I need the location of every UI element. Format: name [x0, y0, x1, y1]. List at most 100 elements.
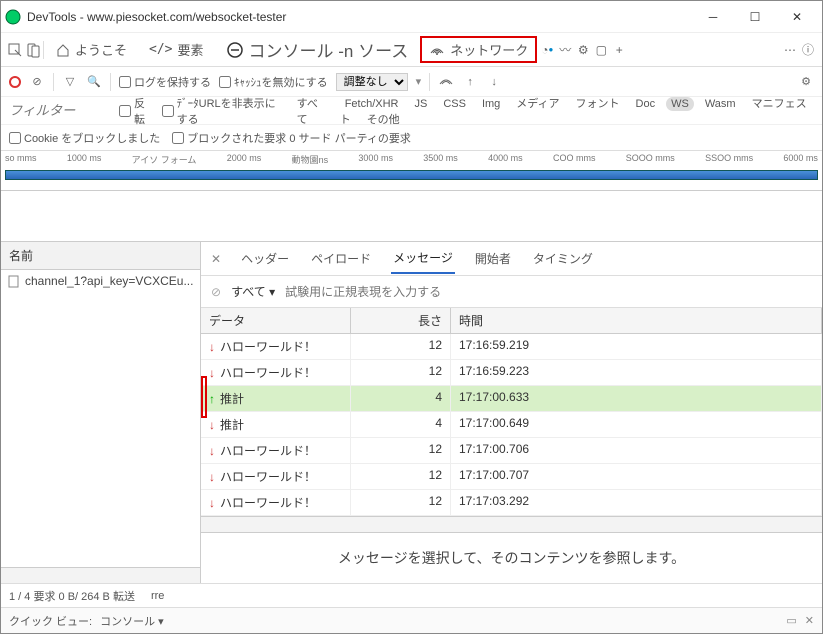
- checkbox-label: ブロックされた要求 0 サード パーティの要求: [187, 130, 411, 146]
- message-data: ハローワールド！: [220, 442, 316, 459]
- filter-icon[interactable]: ▽: [62, 74, 78, 90]
- timeline-label: SSOO mms: [705, 153, 753, 166]
- regex-input[interactable]: [285, 285, 812, 299]
- invert-checkbox[interactable]: 反転: [119, 95, 152, 127]
- message-row[interactable]: ↓ハローワールド！1217:17:00.706: [201, 438, 822, 464]
- blocked-cookies-checkbox[interactable]: Cookie をブロックしました: [9, 130, 160, 146]
- filter-type-fetch/xhr[interactable]: Fetch/XHR: [340, 97, 404, 111]
- minimize-button[interactable]: ─: [692, 2, 734, 32]
- help-icon[interactable]: ⓘ: [800, 42, 816, 58]
- network-toolbar: ⊘ ▽ 🔍 ログを保持する ｷｬｯｼｭを無効にする 調整なし ▾ ↑ ↓ ⚙: [1, 67, 822, 97]
- request-row[interactable]: channel_1?api_key=VCXCEu...: [1, 270, 200, 292]
- name-column-header[interactable]: 名前: [1, 242, 200, 270]
- col-data[interactable]: データ: [201, 308, 351, 333]
- col-time[interactable]: 時間: [451, 308, 822, 333]
- lighthouse-icon[interactable]: ◔●: [539, 42, 555, 58]
- performance-icon[interactable]: 〰: [557, 42, 573, 58]
- more-icon[interactable]: ⋯: [782, 42, 798, 58]
- file-icon: [7, 275, 20, 288]
- gear-icon[interactable]: ⚙: [798, 74, 814, 90]
- filter-type-ws[interactable]: WS: [666, 97, 694, 111]
- empty-message: メッセージを選択して、そのコンテンツを参照します。: [201, 532, 822, 583]
- wifi-icon[interactable]: [438, 74, 454, 90]
- checkbox-label: Cookie をブロックしました: [24, 130, 160, 146]
- message-data: 推計: [220, 390, 244, 407]
- throttle-select[interactable]: 調整なし: [336, 73, 408, 91]
- tab-console[interactable]: コンソール -n ソース: [216, 32, 419, 67]
- message-data: ハローワールド！: [220, 494, 316, 511]
- message-row[interactable]: ↓ハローワールド！1217:16:59.219: [201, 334, 822, 360]
- device-icon[interactable]: [25, 42, 41, 58]
- message-row[interactable]: ↓ハローワールド！1217:16:59.223: [201, 360, 822, 386]
- tab-payload[interactable]: ペイロード: [309, 244, 373, 273]
- quick-view-select[interactable]: コンソール ▾: [100, 613, 164, 629]
- timeline-label: 1000 ms: [67, 153, 102, 166]
- filter-all[interactable]: すべて: [292, 94, 330, 128]
- maximize-button[interactable]: ☐: [734, 2, 776, 32]
- record-button[interactable]: [9, 76, 21, 88]
- filter-type-js[interactable]: JS: [409, 97, 432, 111]
- request-list-panel: 名前 channel_1?api_key=VCXCEu...: [1, 242, 201, 583]
- search-icon[interactable]: 🔍: [86, 74, 102, 90]
- message-row[interactable]: ↑推計417:17:00.633: [201, 386, 822, 412]
- download-icon[interactable]: ↓: [486, 74, 502, 90]
- drawer-icon[interactable]: ▭: [786, 614, 796, 627]
- hide-dataurl-checkbox[interactable]: ﾃﾞｰﾀURLを非表示にする: [162, 95, 282, 127]
- filter-type-css[interactable]: CSS: [438, 97, 471, 111]
- preserve-log-checkbox[interactable]: ログを保持する: [119, 74, 211, 90]
- message-time: 17:16:59.219: [451, 334, 822, 359]
- timeline-label: COO mms: [553, 153, 596, 166]
- timeline-label: アイソ フォーム: [132, 153, 197, 166]
- filter-input[interactable]: [9, 103, 109, 118]
- add-tab-icon[interactable]: +: [611, 42, 627, 58]
- tab-network[interactable]: ネットワーク: [420, 36, 537, 63]
- close-detail-icon[interactable]: ✕: [211, 252, 221, 266]
- tab-timing[interactable]: タイミング: [531, 244, 595, 273]
- filter-type-img[interactable]: Img: [477, 97, 505, 111]
- tab-welcome[interactable]: ようこそ: [46, 35, 137, 64]
- direction-icon: ↓: [209, 340, 215, 354]
- tab-label: 要素: [178, 40, 204, 59]
- col-length[interactable]: 長さ: [351, 308, 451, 333]
- filter-type-doc[interactable]: Doc: [631, 97, 661, 111]
- throttle-chevron-icon[interactable]: ▾: [416, 75, 422, 88]
- filter-type-フォント[interactable]: フォント: [571, 97, 625, 111]
- message-length: 12: [351, 360, 451, 385]
- clear-messages-icon[interactable]: ⊘: [211, 285, 221, 299]
- tab-messages[interactable]: メッセージ: [391, 243, 455, 274]
- tab-elements[interactable]: </>要素: [139, 35, 214, 64]
- tab-label: ネットワーク: [450, 40, 528, 59]
- h-scrollbar[interactable]: [201, 516, 822, 532]
- tab-headers[interactable]: ヘッダー: [239, 244, 291, 273]
- message-row[interactable]: ↓ハローワールド！1217:17:00.707: [201, 464, 822, 490]
- separator: [429, 73, 430, 91]
- message-row[interactable]: ↓ハローワールド！1217:17:03.292: [201, 490, 822, 516]
- h-scrollbar[interactable]: [1, 567, 200, 583]
- blocked-requests-checkbox[interactable]: ブロックされた要求 0 サード パーティの要求: [172, 130, 411, 146]
- disable-cache-checkbox[interactable]: ｷｬｯｼｭを無効にする: [219, 74, 328, 90]
- direction-icon: ↓: [209, 366, 215, 380]
- filter-type-wasm[interactable]: Wasm: [700, 97, 741, 111]
- direction-icon: ↓: [209, 496, 215, 510]
- quick-view-bar: クイック ビュー: コンソール ▾ ▭ ✕: [1, 607, 822, 633]
- message-length: 4: [351, 386, 451, 411]
- direction-icon: ↑: [209, 392, 215, 406]
- message-row[interactable]: ↓推計417:17:00.649: [201, 412, 822, 438]
- timeline[interactable]: so mms1000 msアイソ フォーム2000 ms動物園ns3000 ms…: [1, 151, 822, 191]
- message-length: 4: [351, 412, 451, 437]
- inspect-icon[interactable]: [7, 42, 23, 58]
- timeline-label: 3000 ms: [358, 153, 393, 166]
- close-button[interactable]: ✕: [776, 2, 818, 32]
- timeline-label: SOOO mms: [626, 153, 675, 166]
- request-name: channel_1?api_key=VCXCEu...: [25, 274, 193, 288]
- clear-icon[interactable]: ⊘: [29, 74, 45, 90]
- filter-all-dropdown[interactable]: すべて ▾: [231, 283, 275, 300]
- app-tab-icon[interactable]: ▢: [593, 42, 609, 58]
- filter-type-メディア[interactable]: メディア: [511, 97, 564, 111]
- close-drawer-icon[interactable]: ✕: [805, 614, 814, 627]
- tab-initiator[interactable]: 開始者: [473, 244, 513, 273]
- status-requests: 1 / 4 要求 0 B/ 264 B 転送: [9, 588, 135, 604]
- settings-icon[interactable]: ⚙: [575, 42, 591, 58]
- message-time: 17:16:59.223: [451, 360, 822, 385]
- upload-icon[interactable]: ↑: [462, 74, 478, 90]
